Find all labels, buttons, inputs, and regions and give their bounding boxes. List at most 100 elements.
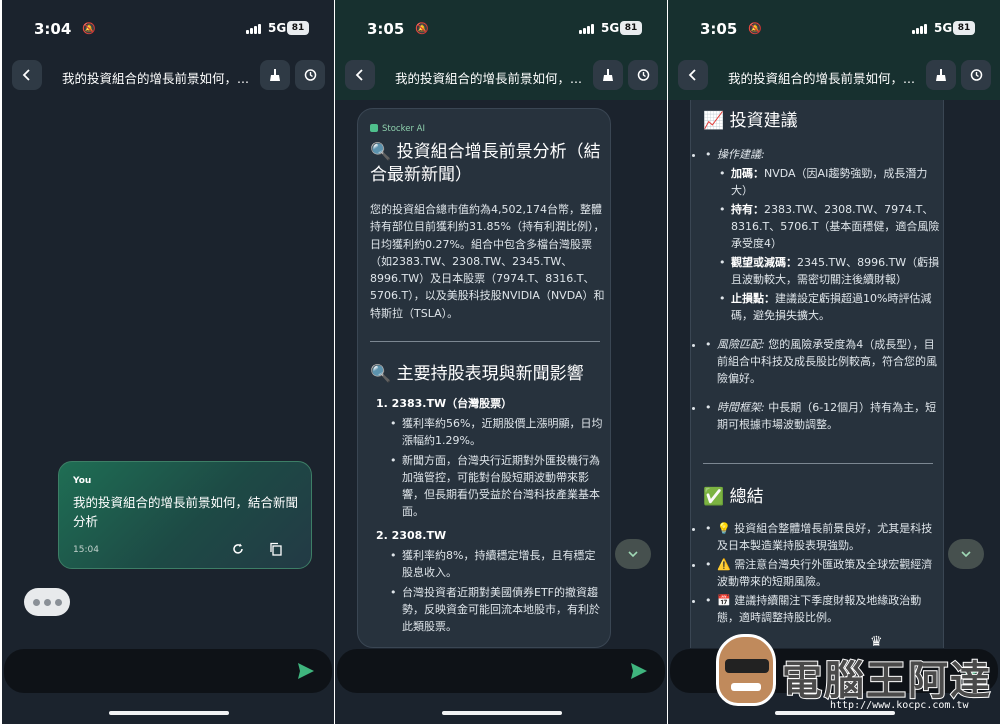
- user-message-bubble: You 我的投資組合的增長前景如何，結合新聞分析 15:04: [58, 461, 312, 569]
- chevron-down-icon: [628, 551, 638, 558]
- stocker-logo-icon: [370, 124, 378, 132]
- advice-op-label: 持有：: [731, 203, 764, 216]
- advice-op: 觀望或減碼：2345.TW、8996.TW（虧損且波動較大，需密切關注後續財報）: [719, 254, 941, 288]
- copy-icon[interactable]: [269, 542, 283, 556]
- signal-icon: [246, 24, 261, 34]
- advice-op: 止損點：建議設定虧損超過10%時評估減碼，避免損失擴大。: [719, 290, 941, 324]
- conclusion-item: 📅 建議持續關注下季度財報及地緣政治動態，適時調整持股比例。: [705, 592, 941, 626]
- response-summary: 您的投資組合總市值約為4,502,174台幣，整體持有部位目前獲利約31.85%…: [370, 203, 605, 320]
- battery-icon: 81: [953, 21, 975, 35]
- history-button[interactable]: [295, 60, 325, 90]
- phone-screen-3: 3:05 🔕 5G 81 我的投資組合的增長前景如何，... 📈 投資建議 操作…: [668, 0, 1000, 724]
- status-time: 3:05: [367, 20, 405, 38]
- home-indicator: [109, 711, 229, 715]
- status-time: 3:04: [34, 20, 72, 38]
- network-type: 5G: [601, 21, 620, 35]
- back-button[interactable]: [678, 60, 708, 90]
- advice-item: 操作建議: 加碼：NVDA（因AI趨勢強勁，成長潛力大） 持有：2383.TW、…: [705, 146, 941, 324]
- scroll-down-button[interactable]: [948, 539, 984, 569]
- history-icon: [304, 69, 317, 81]
- phone-screen-1: 3:04 🔕 5G 81 我的投資組合的增長前景如何，... You 我的投資組…: [2, 0, 334, 724]
- history-icon: [970, 69, 983, 81]
- stock-item: 2. 2308.TW 獲利率約8%，持續穩定增長，且有穩定股息收入。 台灣投資者…: [376, 527, 606, 635]
- response-heading: 🔍 投資組合增長前景分析（結合最新新聞）: [370, 142, 601, 185]
- send-icon[interactable]: [296, 661, 316, 681]
- phone-screen-2: 3:05 🔕 5G 81 我的投資組合的增長前景如何，... Stocker A…: [335, 0, 667, 724]
- advice-op-label: 觀望或減碼：: [731, 256, 797, 269]
- advice-op-label: 加碼：: [731, 167, 764, 180]
- chat-header: 我的投資組合的增長前景如何，...: [2, 60, 334, 94]
- clean-icon: [936, 69, 946, 81]
- chat-header: 我的投資組合的增長前景如何，...: [668, 60, 1000, 94]
- stock-item: 1. 2383.TW（台灣股票） 獲利率約56%，近期股價上漲明顯，日均漲幅約1…: [376, 395, 606, 520]
- clean-button[interactable]: [926, 60, 956, 90]
- chevron-down-icon: [961, 551, 971, 558]
- ai-response-card: 📈 投資建議 操作建議: 加碼：NVDA（因AI趨勢強勁，成長潛力大） 持有：2…: [690, 100, 944, 648]
- home-indicator: [442, 711, 562, 715]
- silent-icon: 🔕: [82, 22, 96, 35]
- advice-op: 加碼：NVDA（因AI趨勢強勁，成長潛力大）: [719, 165, 941, 199]
- typing-indicator: [24, 588, 70, 616]
- conclusion-item: 💡 投資組合整體增長前景良好，尤其是科技及日本製造業持股表現強勁。: [705, 520, 941, 554]
- mascot-logo: [716, 634, 776, 706]
- watermark-url: http://www.kocpc.com.tw: [830, 700, 969, 711]
- conclusion-heading: ✅ 總結: [703, 487, 764, 507]
- watermark-name: 電腦王阿達: [781, 657, 992, 705]
- history-button[interactable]: [961, 60, 991, 90]
- chat-header: 我的投資組合的增長前景如何，...: [335, 60, 667, 94]
- regenerate-icon[interactable]: [231, 542, 245, 556]
- stock-point: 新聞方面，台灣央行近期對外匯投機行為加強管控，可能對台股短期波動帶來影響，但長期…: [390, 452, 606, 520]
- status-time: 3:05: [700, 20, 738, 38]
- silent-icon: 🔕: [748, 22, 762, 35]
- user-message-text: 我的投資組合的增長前景如何，結合新聞分析: [73, 495, 299, 529]
- site-watermark: ♛ 電腦王阿達 http://www.kocpc.com.tw: [710, 630, 998, 722]
- silent-icon: 🔕: [415, 22, 429, 35]
- clean-button[interactable]: [260, 60, 290, 90]
- message-time: 15:04: [73, 545, 99, 555]
- advice-heading: 📈 投資建議: [703, 111, 798, 131]
- status-bar: 3:05 🔕 5G 81: [668, 0, 1000, 56]
- back-button[interactable]: [345, 60, 375, 90]
- risk-label: 風險匹配:: [717, 338, 765, 351]
- signal-icon: [912, 24, 927, 34]
- horizon-label: 時間框架:: [717, 401, 765, 414]
- battery-icon: 81: [620, 21, 642, 35]
- ai-brand: Stocker AI: [370, 124, 425, 134]
- scroll-down-button[interactable]: [615, 539, 651, 569]
- section-heading: 🔍 主要持股表現與新聞影響: [370, 364, 584, 384]
- status-bar: 3:05 🔕 5G 81: [335, 0, 667, 56]
- battery-icon: 81: [287, 21, 309, 35]
- chat-title: 我的投資組合的增長前景如何，...: [395, 71, 582, 86]
- sender-label: You: [73, 476, 92, 486]
- advice-item: 時間框架: 中長期（6-12個月）持有為主，短期可根據市場波動調整。: [705, 399, 941, 433]
- history-button[interactable]: [628, 60, 658, 90]
- advice-item: 風險匹配: 您的風險承受度為4（成長型），目前組合中科技及成長股比例較高，符合您…: [705, 336, 941, 387]
- conclusion-item: ⚠️ 需注意台灣央行外匯政策及全球宏觀經濟波動帶來的短期風險。: [705, 556, 941, 590]
- divider: [703, 463, 933, 464]
- signal-icon: [579, 24, 594, 34]
- chat-title: 我的投資組合的增長前景如何，...: [62, 71, 249, 86]
- ai-response-card: Stocker AI 🔍 投資組合增長前景分析（結合最新新聞） 您的投資組合總市…: [357, 108, 611, 648]
- clean-icon: [603, 69, 613, 81]
- back-icon: [688, 69, 696, 81]
- chat-title: 我的投資組合的增長前景如何，...: [728, 71, 915, 86]
- stock-point: 台灣投資者近期對美國債券ETF的撤資趨勢，反映資金可能回流本地股市，有利於此類股…: [390, 584, 606, 635]
- back-button[interactable]: [12, 60, 42, 90]
- clean-icon: [270, 69, 280, 81]
- stock-point: 獲利率約8%，持續穩定增長，且有穩定股息收入。: [390, 547, 606, 581]
- message-input[interactable]: [4, 649, 332, 693]
- advice-op-label: 操作建議:: [717, 148, 765, 161]
- send-icon[interactable]: [629, 661, 649, 681]
- stock-point: 獲利率約56%，近期股價上漲明顯，日均漲幅約1.29%。: [390, 415, 606, 449]
- conclusion-list: 💡 投資組合整體增長前景良好，尤其是科技及日本製造業持股表現強勁。 ⚠️ 需注意…: [705, 518, 941, 626]
- message-input[interactable]: [337, 649, 665, 693]
- clean-button[interactable]: [593, 60, 623, 90]
- history-icon: [637, 69, 650, 81]
- advice-list: 操作建議: 加碼：NVDA（因AI趨勢強勁，成長潛力大） 持有：2383.TW、…: [705, 144, 941, 433]
- advice-op-label: 止損點：: [731, 292, 775, 305]
- back-icon: [22, 69, 30, 81]
- advice-op-list: 加碼：NVDA（因AI趨勢強勁，成長潛力大） 持有：2383.TW、2308.T…: [719, 165, 941, 324]
- status-bar: 3:04 🔕 5G 81: [2, 0, 334, 56]
- network-type: 5G: [268, 21, 287, 35]
- network-type: 5G: [934, 21, 953, 35]
